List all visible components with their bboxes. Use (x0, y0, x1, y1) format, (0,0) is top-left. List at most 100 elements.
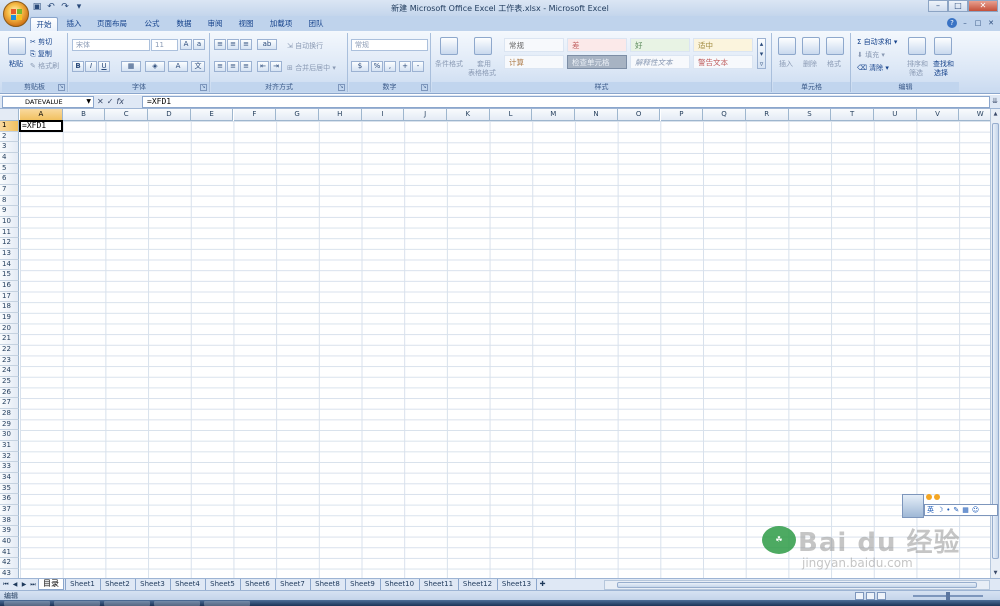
font-size-select[interactable]: 11 (151, 39, 178, 51)
sort-filter-icon[interactable] (908, 37, 926, 55)
copy-button[interactable]: ⎘ 复制 (30, 49, 52, 59)
style-bad[interactable]: 差 (567, 38, 627, 52)
number-format-select[interactable]: 常规 (351, 39, 428, 51)
expand-formula-bar-icon[interactable]: ⇊ (992, 97, 998, 105)
column-header-o[interactable]: O (617, 109, 661, 121)
wrap-text-button[interactable]: ⇲ 自动换行 (287, 41, 323, 51)
column-header-u[interactable]: U (874, 109, 917, 121)
italic-button[interactable]: I (85, 61, 97, 72)
ime-item-1[interactable]: ☽ (937, 505, 943, 515)
taskbar-item[interactable] (204, 601, 250, 606)
row-header-23[interactable]: 23 (0, 355, 19, 367)
row-header-24[interactable]: 24 (0, 366, 19, 378)
taskbar-item[interactable] (104, 601, 150, 606)
paste-button[interactable]: 粘贴 (9, 59, 23, 69)
autosum-button[interactable]: Σ 自动求和 ▾ (857, 37, 897, 47)
style-explanatory[interactable]: 解释性文本 (630, 55, 690, 69)
row-header-42[interactable]: 42 (0, 558, 19, 570)
row-header-1[interactable]: 1 (0, 121, 19, 132)
ime-item-2[interactable]: • (946, 505, 950, 515)
conditional-format-button[interactable]: 条件格式 (435, 59, 463, 69)
row-header-29[interactable]: 29 (0, 419, 19, 431)
style-neutral[interactable]: 适中 (693, 38, 753, 52)
page-layout-view-icon[interactable] (866, 592, 875, 600)
row-header-34[interactable]: 34 (0, 473, 19, 484)
column-header-k[interactable]: K (447, 109, 490, 121)
clipboard-launcher-icon[interactable]: ↘ (58, 84, 65, 91)
tab-addins[interactable]: 加载项 (264, 17, 298, 31)
bold-button[interactable]: B (72, 61, 84, 72)
insert-sheet-icon[interactable]: ✚ (536, 579, 548, 590)
row-header-17[interactable]: 17 (0, 291, 19, 303)
decrease-indent-icon[interactable]: ⇤ (257, 61, 269, 72)
fill-button[interactable]: ⬇ 填充 ▾ (857, 50, 885, 60)
insert-cells-button[interactable]: 插入 (779, 59, 793, 69)
sheet-tab-11[interactable]: Sheet11 (419, 579, 457, 590)
zoom-slider-thumb[interactable] (946, 592, 950, 600)
horizontal-scrollbar[interactable] (604, 580, 990, 590)
row-header-40[interactable]: 40 (0, 537, 19, 548)
column-header-b[interactable]: B (62, 109, 106, 121)
row-header-35[interactable]: 35 (0, 483, 19, 495)
column-header-n[interactable]: N (575, 109, 618, 121)
row-header-15[interactable]: 15 (0, 270, 19, 282)
formula-input[interactable]: =XFD1 (142, 96, 990, 108)
row-header-41[interactable]: 41 (0, 547, 19, 559)
column-header-p[interactable]: P (660, 109, 704, 121)
select-all-corner[interactable] (0, 109, 19, 121)
insert-function-button[interactable]: fx (116, 96, 124, 108)
row-header-13[interactable]: 13 (0, 249, 19, 260)
align-right-icon[interactable]: ≡ (240, 61, 252, 72)
close-button[interactable]: ✕ (968, 0, 998, 12)
increase-decimal-icon[interactable]: + (399, 61, 411, 72)
sheet-tab-13[interactable]: Sheet13 (497, 579, 535, 590)
office-button[interactable] (3, 1, 29, 27)
row-header-31[interactable]: 31 (0, 441, 19, 452)
column-header-j[interactable]: J (404, 109, 447, 121)
underline-button[interactable]: U (98, 61, 110, 72)
scroll-down-icon[interactable]: ▼ (991, 568, 1000, 578)
row-header-18[interactable]: 18 (0, 302, 19, 314)
ime-item-4[interactable]: ▦ (962, 505, 969, 515)
clear-button[interactable]: ⌫ 清除 ▾ (857, 63, 889, 73)
column-header-q[interactable]: Q (703, 109, 746, 121)
sheet-tab-6[interactable]: Sheet6 (240, 579, 274, 590)
row-header-20[interactable]: 20 (0, 323, 19, 335)
style-normal[interactable]: 常规 (504, 38, 564, 52)
increase-indent-icon[interactable]: ⇥ (270, 61, 282, 72)
sheet-tab-7[interactable]: Sheet7 (275, 579, 309, 590)
style-warning[interactable]: 警告文本 (693, 55, 753, 69)
align-center-icon[interactable]: ≡ (227, 61, 239, 72)
column-header-v[interactable]: V (916, 109, 960, 121)
phonetic-icon[interactable]: 文 (191, 61, 205, 72)
ime-item-3[interactable]: ✎ (953, 505, 959, 515)
font-color-icon[interactable]: A (168, 61, 188, 72)
alignment-launcher-icon[interactable]: ↘ (338, 84, 345, 91)
ime-item-5[interactable]: ☺ (972, 505, 979, 515)
name-box[interactable]: DATEVALUE ▼ (2, 96, 94, 108)
align-top-icon[interactable]: ≡ (214, 39, 226, 50)
ribbon-minimize-icon[interactable]: – (960, 18, 970, 28)
column-header-e[interactable]: E (190, 109, 234, 121)
sheet-tab-10[interactable]: Sheet10 (380, 579, 418, 590)
zoom-slider[interactable] (913, 592, 983, 600)
percent-button[interactable]: % (371, 61, 383, 72)
first-sheet-icon[interactable]: ⏮ (2, 580, 10, 590)
name-box-dropdown-icon[interactable]: ▼ (86, 97, 91, 107)
align-left-icon[interactable]: ≡ (214, 61, 226, 72)
tab-insert[interactable]: 插入 (60, 17, 88, 31)
row-header-37[interactable]: 37 (0, 505, 19, 516)
border-icon[interactable]: ▦ (121, 61, 141, 72)
column-header-h[interactable]: H (318, 109, 362, 121)
row-header-25[interactable]: 25 (0, 377, 19, 388)
find-select-icon[interactable] (934, 37, 952, 55)
grow-font-icon[interactable]: A (180, 39, 192, 50)
style-good[interactable]: 好 (630, 38, 690, 52)
column-header-f[interactable]: F (233, 109, 277, 121)
row-header-12[interactable]: 12 (0, 238, 19, 250)
format-cells-icon[interactable] (826, 37, 844, 55)
next-sheet-icon[interactable]: ▶ (20, 580, 28, 590)
row-header-38[interactable]: 38 (0, 515, 19, 527)
row-header-30[interactable]: 30 (0, 430, 19, 442)
cut-button[interactable]: ✂ 剪切 (30, 37, 52, 47)
